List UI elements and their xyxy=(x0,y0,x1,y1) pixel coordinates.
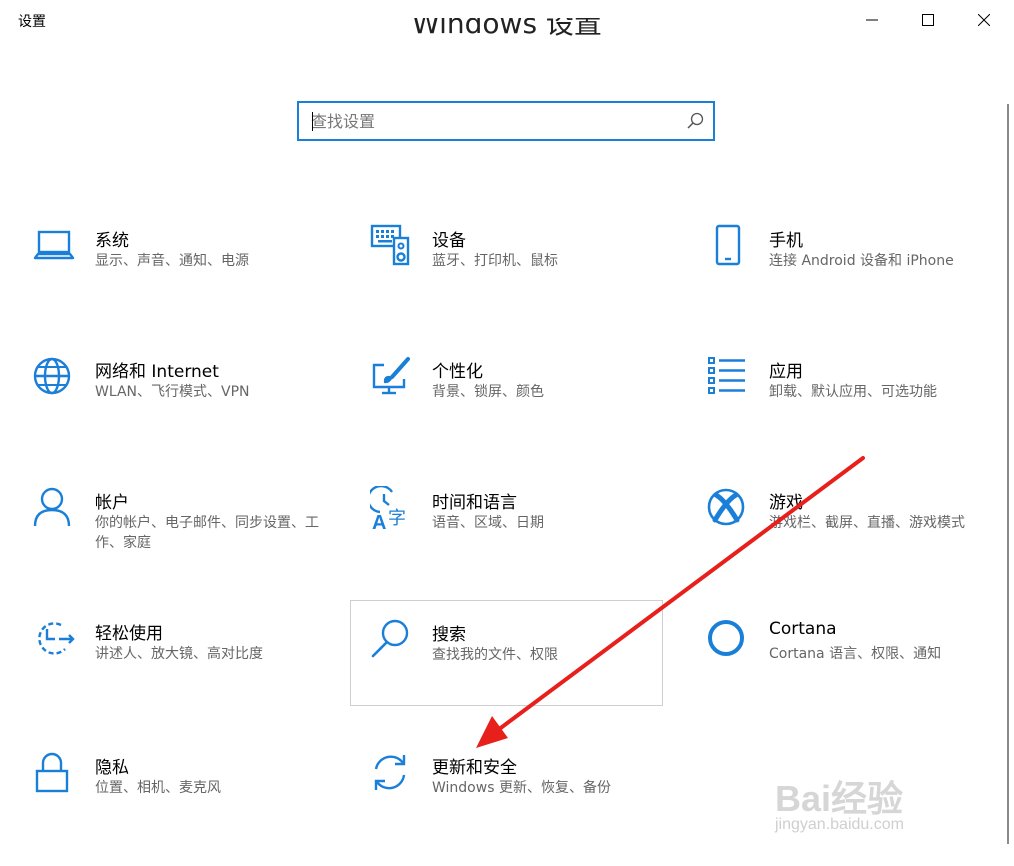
page-heading: Windows 设置 xyxy=(412,18,602,40)
tile-desc: 卸载、默认应用、可选功能 xyxy=(769,384,937,400)
tile-ease-of-access[interactable]: 轻松使用 讲述人、放大镜、高对比度 xyxy=(21,607,333,711)
watermark-logo: Bai经验 xyxy=(775,778,904,819)
xbox-icon xyxy=(707,488,745,526)
tile-desc: Cortana 语言、权限、通知 xyxy=(769,646,942,662)
ease-of-access-icon xyxy=(38,622,75,655)
tile-desc: 讲述人、放大镜、高对比度 xyxy=(95,646,263,662)
tile-name: 手机 xyxy=(769,231,803,251)
tile-desc: 你的帐户、电子邮件、同步设置、工作、家庭 xyxy=(95,515,319,551)
tile-time-language[interactable]: A 字 时间和语言 语音、区域、日期 xyxy=(358,476,670,580)
tile-search[interactable]: 搜索 查找我的文件、权限 xyxy=(350,600,663,706)
tile-name: 个性化 xyxy=(432,362,483,382)
text-caret xyxy=(312,112,313,131)
tile-phone[interactable]: 手机 连接 Android 设备和 iPhone xyxy=(695,214,1007,318)
tile-network[interactable]: 网络和 Internet WLAN、飞行模式、VPN xyxy=(21,345,333,449)
tile-desc: Windows 更新、恢复、备份 xyxy=(432,780,611,796)
keyboard-speaker-icon xyxy=(370,224,410,266)
globe-icon xyxy=(33,357,71,395)
watermark-url: jingyan.baidu.com xyxy=(775,816,904,833)
tile-name: 搜索 xyxy=(432,625,466,645)
tile-desc: 位置、相机、麦克风 xyxy=(95,780,221,796)
tile-name: 轻松使用 xyxy=(95,624,163,644)
laptop-icon xyxy=(33,230,75,260)
sync-icon xyxy=(374,755,406,790)
magnifier-icon xyxy=(371,619,409,658)
search-input[interactable] xyxy=(311,103,671,139)
tile-desc: 连接 Android 设备和 iPhone xyxy=(769,253,954,269)
tile-desc: WLAN、飞行模式、VPN xyxy=(95,384,250,400)
phone-icon xyxy=(715,224,741,266)
tile-name: 更新和安全 xyxy=(432,758,517,778)
tile-apps[interactable]: 应用 卸载、默认应用、可选功能 xyxy=(695,345,1007,449)
tile-cortana[interactable]: Cortana Cortana 语言、权限、通知 xyxy=(695,607,1007,711)
tile-desc: 游戏栏、截屏、直播、游戏模式 xyxy=(769,515,965,531)
clock-language-icon: A 字 xyxy=(370,486,406,530)
tile-accounts[interactable]: 帐户 你的帐户、电子邮件、同步设置、工作、家庭 xyxy=(21,476,333,580)
tile-desc: 查找我的文件、权限 xyxy=(432,647,558,663)
tile-privacy[interactable]: 隐私 位置、相机、麦克风 xyxy=(21,741,333,845)
tile-desc: 背景、锁屏、颜色 xyxy=(432,384,544,400)
paint-brush-icon xyxy=(372,357,410,395)
lock-icon xyxy=(35,752,69,793)
tile-desc: 语音、区域、日期 xyxy=(432,515,544,531)
tile-system[interactable]: 系统 显示、声音、通知、电源 xyxy=(21,214,333,318)
tile-name: 隐私 xyxy=(95,758,129,778)
cortana-ring-icon xyxy=(708,620,744,656)
person-icon xyxy=(33,487,71,527)
tile-gaming[interactable]: 游戏 游戏栏、截屏、直播、游戏模式 xyxy=(695,476,1007,580)
tile-name: 时间和语言 xyxy=(432,493,517,513)
list-icon xyxy=(708,357,745,394)
tile-name: 帐户 xyxy=(95,493,129,513)
tile-name: 应用 xyxy=(769,362,803,382)
tile-name: 游戏 xyxy=(769,493,803,513)
tile-desc: 蓝牙、打印机、鼠标 xyxy=(432,253,558,269)
scrollbar[interactable] xyxy=(1007,104,1009,844)
svg-text:字: 字 xyxy=(388,508,406,529)
tile-name: 系统 xyxy=(95,231,129,251)
tile-personalization[interactable]: 个性化 背景、锁屏、颜色 xyxy=(358,345,670,449)
tile-desc: 显示、声音、通知、电源 xyxy=(95,253,249,269)
search-box[interactable] xyxy=(297,101,715,141)
tile-name: Cortana xyxy=(769,619,837,639)
svg-text:A: A xyxy=(372,512,386,530)
tile-name: 设备 xyxy=(432,231,466,251)
search-icon[interactable] xyxy=(685,111,705,131)
tile-devices[interactable]: 设备 蓝牙、打印机、鼠标 xyxy=(358,214,670,318)
tile-update-security[interactable]: 更新和安全 Windows 更新、恢复、备份 xyxy=(358,741,670,845)
tile-name: 网络和 Internet xyxy=(95,362,219,382)
